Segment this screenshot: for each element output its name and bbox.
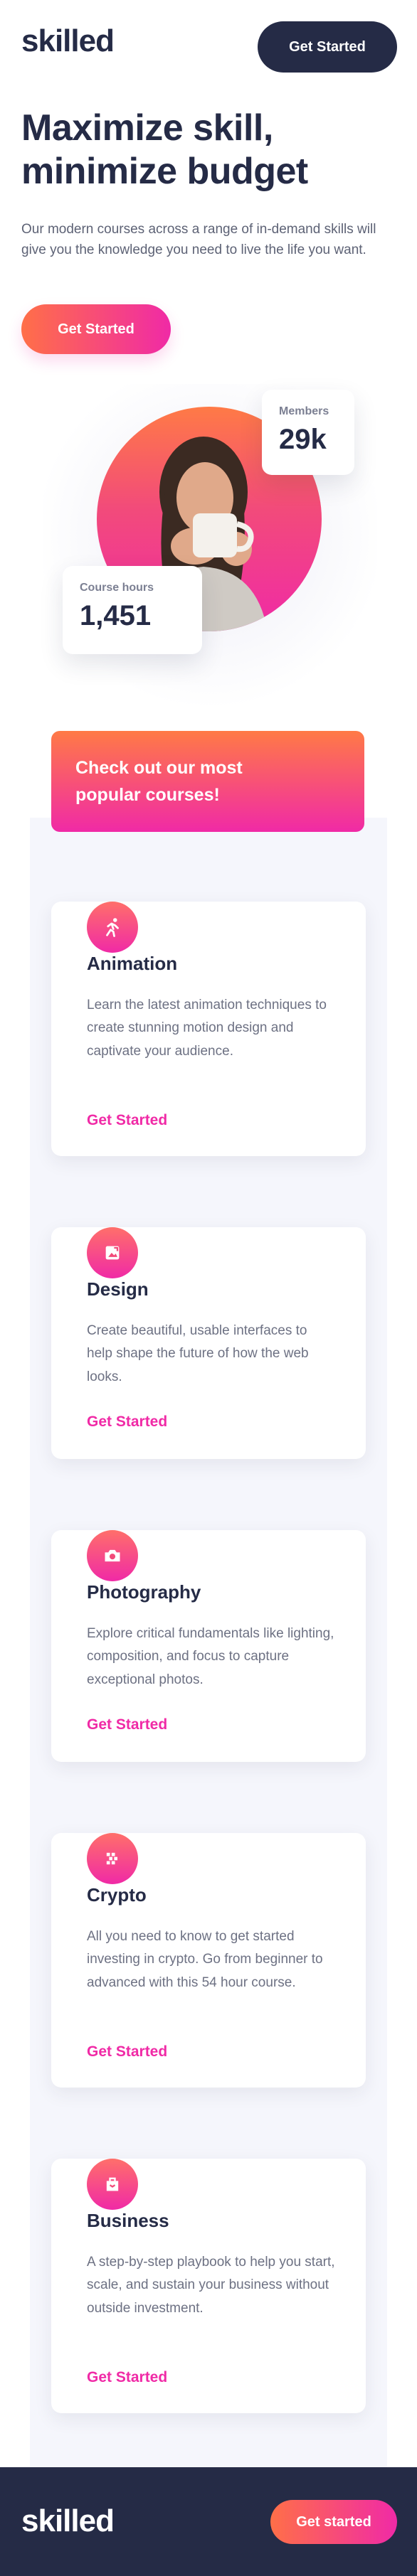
course-card-business: Business A step-by-step playbook to help… bbox=[51, 2159, 366, 2413]
camera-icon bbox=[87, 1530, 138, 1581]
course-card-crypto: Crypto All you need to know to get start… bbox=[51, 1833, 366, 2088]
hero-title: Maximize skill, minimize budget bbox=[21, 107, 308, 193]
course-hours-value: 1,451 bbox=[80, 600, 152, 631]
course-get-started-link[interactable]: Get Started bbox=[87, 1716, 167, 1733]
header-get-started-button[interactable]: Get Started bbox=[258, 21, 397, 73]
popular-courses-banner: Check out our most popular courses! bbox=[51, 731, 364, 832]
logo[interactable]: skilled bbox=[21, 26, 115, 57]
hero-description: Our modern courses across a range of in-… bbox=[21, 222, 376, 258]
course-description: All you need to know to get started inve… bbox=[87, 1929, 323, 1990]
course-card-design: Design Create beautiful, usable interfac… bbox=[51, 1227, 366, 1459]
course-title: Business bbox=[87, 2210, 169, 2231]
course-get-started-link[interactable]: Get Started bbox=[87, 2043, 167, 2061]
course-description: Create beautiful, usable interfaces to h… bbox=[87, 1323, 309, 1384]
members-label: Members bbox=[279, 405, 329, 417]
briefcase-icon bbox=[87, 2159, 138, 2210]
course-description: Learn the latest animation techniques to… bbox=[87, 998, 327, 1059]
footer-logo[interactable]: skilled bbox=[21, 2506, 115, 2537]
running-figure-icon bbox=[87, 902, 138, 953]
course-title: Animation bbox=[87, 953, 178, 974]
course-description: Explore critical fundamentals like light… bbox=[87, 1626, 334, 1687]
members-value: 29k bbox=[279, 424, 327, 455]
hero-get-started-button[interactable]: Get Started bbox=[21, 304, 171, 354]
course-card-photography: Photography Explore critical fundamental… bbox=[51, 1530, 366, 1762]
course-card-animation: Animation Learn the latest animation tec… bbox=[51, 902, 366, 1156]
course-title: Photography bbox=[87, 1581, 201, 1603]
crypto-icon bbox=[87, 1833, 138, 1884]
course-get-started-link[interactable]: Get Started bbox=[87, 1112, 167, 1129]
course-description: A step-by-step playbook to help you star… bbox=[87, 2255, 335, 2316]
course-title: Crypto bbox=[87, 1884, 147, 1906]
popular-courses-heading: Check out our most popular courses! bbox=[75, 758, 243, 805]
course-get-started-link[interactable]: Get Started bbox=[87, 2369, 167, 2386]
design-icon bbox=[87, 1227, 138, 1278]
course-get-started-link[interactable]: Get Started bbox=[87, 1413, 167, 1431]
course-hours-stat-card: Course hours 1,451 bbox=[63, 566, 202, 654]
course-title: Design bbox=[87, 1278, 149, 1300]
footer-get-started-button[interactable]: Get started bbox=[270, 2500, 397, 2544]
members-stat-card: Members 29k bbox=[262, 390, 354, 475]
course-hours-label: Course hours bbox=[80, 582, 154, 594]
